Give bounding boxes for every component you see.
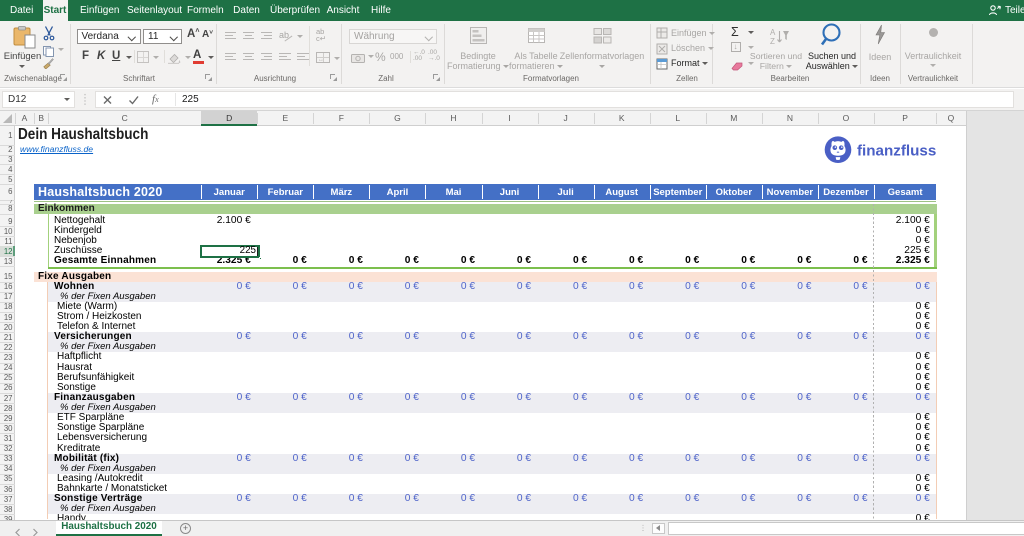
svg-text:A: A xyxy=(770,28,776,37)
svg-text:Z: Z xyxy=(770,37,775,46)
svg-text:finanzfluss: finanzfluss xyxy=(857,142,936,159)
